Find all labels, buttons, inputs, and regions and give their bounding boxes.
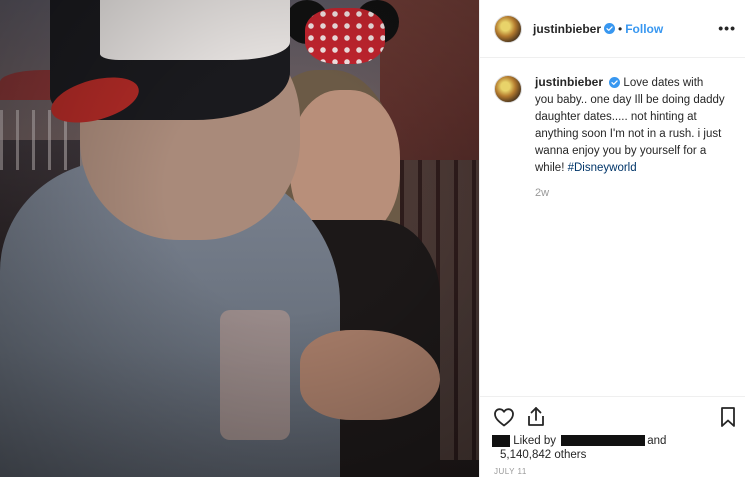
post-photo[interactable] xyxy=(0,0,479,477)
verified-badge-icon xyxy=(604,23,616,34)
liked-by-prefix: Liked by xyxy=(513,435,557,447)
bookmark-icon[interactable] xyxy=(716,405,740,429)
hashtag-link[interactable]: #Disneyworld xyxy=(568,162,637,174)
post-side-panel: justinbieber • Follow ••• justinbieber L… xyxy=(479,0,745,477)
follow-button[interactable]: Follow xyxy=(625,22,663,36)
liked-by-row: Liked by and xyxy=(492,434,667,449)
action-icons-row xyxy=(490,405,740,431)
post-actions: Liked by and 5,140,842 others JULY 11 xyxy=(480,396,745,477)
heart-icon[interactable] xyxy=(492,405,516,429)
photo-vignette xyxy=(0,0,479,477)
caption-row: justinbieber Love dates with you baby.. … xyxy=(494,74,732,177)
redacted-username xyxy=(561,435,646,447)
post-header: justinbieber • Follow ••• xyxy=(480,0,745,58)
caption-time-ago[interactable]: 2w xyxy=(535,187,732,199)
liked-by-suffix: and xyxy=(647,435,667,447)
caption-body: Love dates with you baby.. one day Ill b… xyxy=(535,77,725,174)
more-options-icon[interactable]: ••• xyxy=(718,20,736,36)
liker-avatar[interactable] xyxy=(492,434,510,447)
avatar[interactable] xyxy=(494,14,522,43)
likes-count[interactable]: 5,140,842 others xyxy=(500,449,586,461)
caption-text: justinbieber Love dates with you baby.. … xyxy=(535,74,725,177)
post-date[interactable]: JULY 11 xyxy=(494,467,527,476)
share-icon[interactable] xyxy=(524,405,548,429)
header-separator: • xyxy=(618,21,623,36)
comments-section: justinbieber Love dates with you baby.. … xyxy=(480,58,745,396)
caption-verified-badge-icon xyxy=(609,77,621,89)
header-username[interactable]: justinbieber xyxy=(533,22,601,36)
caption-avatar[interactable] xyxy=(494,75,522,103)
caption-username[interactable]: justinbieber xyxy=(535,75,603,89)
